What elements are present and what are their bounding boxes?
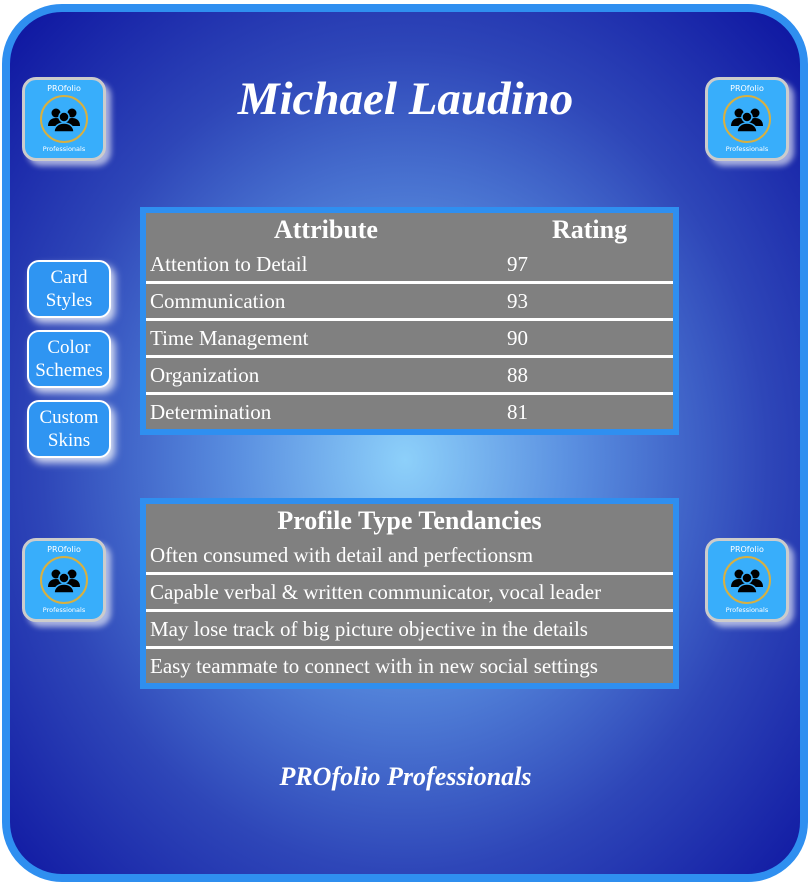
logo-text: Professionals — [725, 606, 769, 614]
table-header: Attribute Rating — [146, 213, 673, 247]
people-group-icon — [723, 95, 771, 143]
color-schemes-button[interactable]: Color Schemes — [27, 330, 111, 388]
attribute-rating: 93 — [507, 289, 528, 313]
attribute-name: Time Management — [150, 326, 309, 350]
list-item: Easy teammate to connect with in new soc… — [146, 646, 673, 683]
people-group-icon — [40, 556, 88, 604]
logo-text: PROfolio — [47, 84, 81, 93]
attribute-name: Determination — [150, 400, 272, 424]
logo-text: Professionals — [725, 145, 769, 153]
header-rating: Rating — [552, 215, 628, 244]
logo-text: Professionals — [42, 606, 86, 614]
table-header: Profile Type Tendancies — [277, 506, 542, 535]
attribute-name: Attention to Detail — [150, 252, 308, 276]
list-item: Often consumed with detail and perfectio… — [150, 543, 534, 567]
profile-card — [2, 4, 808, 882]
card-styles-button[interactable]: Card Styles — [27, 260, 111, 318]
logo-text: PROfolio — [730, 545, 764, 554]
logo-text: PROfolio — [730, 84, 764, 93]
button-label: Color — [47, 337, 91, 358]
button-label: Schemes — [35, 360, 103, 381]
table-row: Communication 93 — [146, 281, 673, 318]
attribute-rating: 88 — [507, 363, 528, 387]
footer-brand: PROfolio Professionals — [279, 762, 532, 791]
custom-skins-button[interactable]: Custom Skins — [27, 400, 111, 458]
button-label: Card — [50, 267, 88, 288]
attribute-name: Communication — [150, 289, 286, 313]
profolio-logo: PROfolio Professionals — [22, 538, 106, 622]
attribute-rating: 97 — [507, 252, 528, 276]
list-item: May lose track of big picture objective … — [146, 609, 673, 646]
profolio-logo: PROfolio Professionals — [705, 538, 789, 622]
attribute-rating: 90 — [507, 326, 528, 350]
button-label: Skins — [47, 430, 91, 451]
table-row: Organization 88 — [146, 355, 673, 392]
list-item: Capable verbal & written communicator, v… — [146, 572, 673, 609]
profolio-logo: PROfolio Professionals — [705, 77, 789, 161]
logo-text: PROfolio — [47, 545, 81, 554]
table-row: Determination 81 — [146, 392, 673, 429]
attribute-rating: 81 — [507, 400, 528, 424]
people-group-icon — [40, 95, 88, 143]
people-group-icon — [723, 556, 771, 604]
button-label: Styles — [45, 290, 93, 311]
button-label: Custom — [39, 407, 99, 428]
table-row: Time Management 90 — [146, 318, 673, 355]
attribute-name: Organization — [150, 363, 260, 387]
attribute-table: Attribute Rating Attention to Detail 97 Com… — [140, 207, 679, 435]
profolio-logo: PROfolio Professionals — [22, 77, 106, 161]
tendencies-table: Profile Type Tendancies Often consumed w… — [140, 498, 679, 689]
profile-name: Michael Laudino — [237, 73, 574, 125]
header-attribute: Attribute — [274, 215, 378, 244]
logo-text: Professionals — [42, 145, 86, 153]
table-row: Attention to Detail 97 — [146, 247, 673, 281]
